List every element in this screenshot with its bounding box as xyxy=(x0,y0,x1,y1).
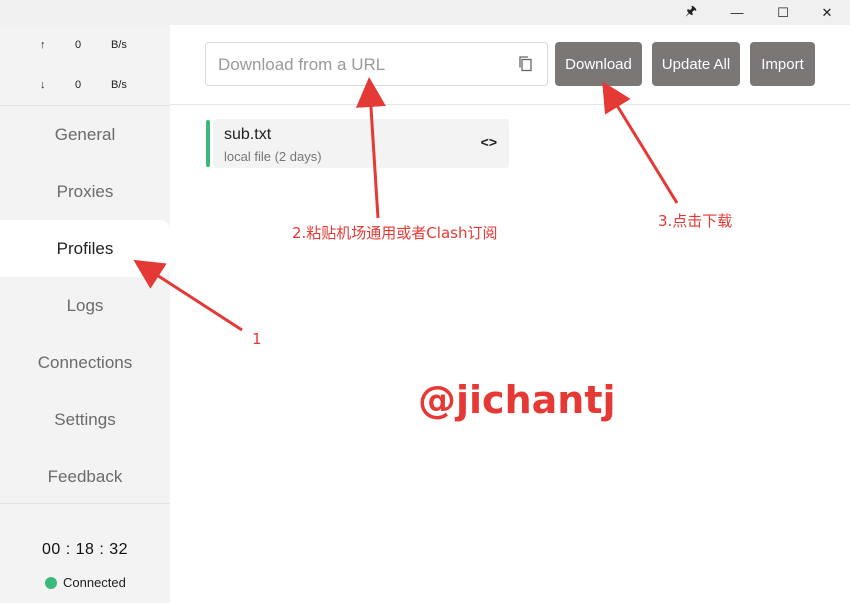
arrow-2 xyxy=(355,77,386,219)
annotation-1: 1 xyxy=(252,330,262,348)
arrow-1 xyxy=(133,259,243,332)
arrow-3 xyxy=(602,81,679,204)
annotation-3: 3.点击下载 xyxy=(658,212,733,230)
annotation-2: 2.粘贴机场通用或者Clash订阅 xyxy=(292,224,498,242)
annotation-arrows xyxy=(133,77,679,332)
watermark: @jichantj xyxy=(418,378,616,422)
